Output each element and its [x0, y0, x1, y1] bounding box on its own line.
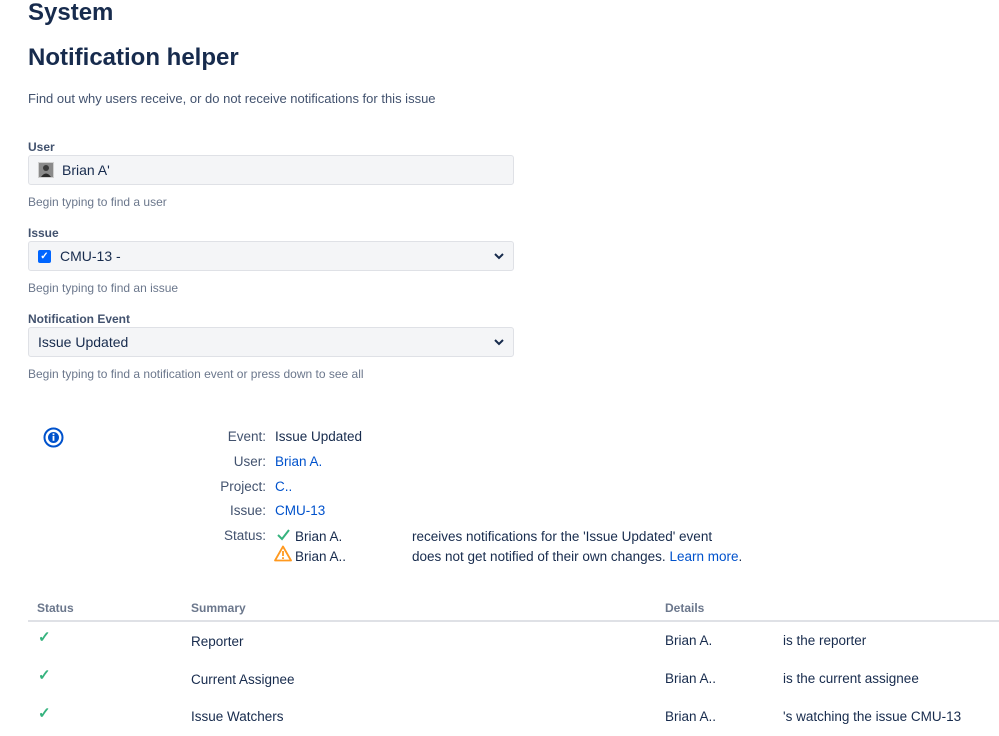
- event-field-help: Begin typing to find a notification even…: [28, 367, 364, 381]
- info-project-link[interactable]: C..: [275, 479, 292, 494]
- status-user-name: Brian A..: [295, 549, 347, 564]
- issue-select-value: CMU-13 -: [60, 248, 121, 264]
- row-detail: 's watching the issue CMU-13: [783, 709, 962, 724]
- chevron-down-icon[interactable]: [493, 250, 505, 262]
- avatar-icon: [38, 162, 54, 178]
- table-header-summary[interactable]: Summary: [191, 601, 246, 615]
- issue-field-label: Issue: [28, 226, 59, 240]
- info-event-value: Issue Updated: [275, 429, 363, 444]
- row-user-name: Brian A..: [665, 671, 717, 686]
- chevron-down-icon[interactable]: [493, 336, 505, 348]
- status-own-changes-text: does not get notified of their own chang…: [412, 549, 666, 564]
- issue-field-help: Begin typing to find an issue: [28, 281, 179, 295]
- info-project-key: Project:: [220, 479, 266, 494]
- info-user-row: User: Brian A.: [190, 452, 790, 472]
- learn-more-link[interactable]: Learn more: [669, 549, 738, 564]
- info-user-key: User:: [233, 454, 266, 469]
- page-title: Notification helper: [28, 44, 239, 71]
- event-field-label: Notification Event: [28, 312, 131, 326]
- row-summary: Issue Watchers: [191, 709, 284, 724]
- row-user-name: Brian A.: [665, 633, 713, 648]
- info-event-key: Event:: [227, 429, 266, 444]
- status-own-changes: does not get notified of their own chang…: [412, 549, 742, 565]
- section-title: System: [28, 0, 114, 26]
- user-field-help: Begin typing to find a user: [28, 195, 167, 209]
- event-select-value: Issue Updated: [38, 334, 129, 350]
- page-description: Find out why users receive, or do not re…: [28, 91, 436, 106]
- info-status-key: Status:: [223, 528, 266, 543]
- check-icon: ✓: [38, 667, 51, 684]
- info-issue-row: Issue: CMU-13: [190, 501, 790, 521]
- info-icon: [43, 427, 64, 448]
- table-header-status[interactable]: Status: [37, 601, 74, 615]
- table-divider: [28, 620, 999, 622]
- row-summary: Reporter: [191, 634, 244, 649]
- status-receives-text: receives notifications for the 'Issue Up…: [412, 529, 713, 544]
- row-detail: is the reporter: [783, 633, 867, 648]
- info-project-row: Project: C..: [190, 477, 790, 497]
- user-field-label: User: [28, 140, 55, 154]
- row-summary: Current Assignee: [191, 672, 295, 687]
- table-header-details[interactable]: Details: [665, 601, 704, 615]
- status-user-name: Brian A.: [295, 529, 343, 544]
- issue-select[interactable]: ✓ CMU-13 -: [28, 241, 514, 271]
- info-issue-link[interactable]: CMU-13: [275, 503, 325, 518]
- row-user-name: Brian A..: [665, 709, 717, 724]
- check-icon: [277, 529, 290, 541]
- row-detail: is the current assignee: [783, 671, 919, 686]
- learn-more-suffix: .: [738, 549, 743, 564]
- check-icon: ✓: [38, 629, 51, 646]
- user-field[interactable]: Brian A': [28, 155, 514, 185]
- warning-icon: [274, 545, 292, 562]
- event-select[interactable]: Issue Updated: [28, 327, 514, 357]
- info-event-row: Event: Issue Updated: [190, 427, 790, 447]
- issue-type-icon: ✓: [38, 249, 51, 263]
- info-user-link[interactable]: Brian A.: [275, 454, 322, 469]
- check-icon: ✓: [38, 705, 51, 722]
- user-field-value: Brian A': [62, 162, 110, 178]
- info-issue-key: Issue:: [229, 503, 266, 518]
